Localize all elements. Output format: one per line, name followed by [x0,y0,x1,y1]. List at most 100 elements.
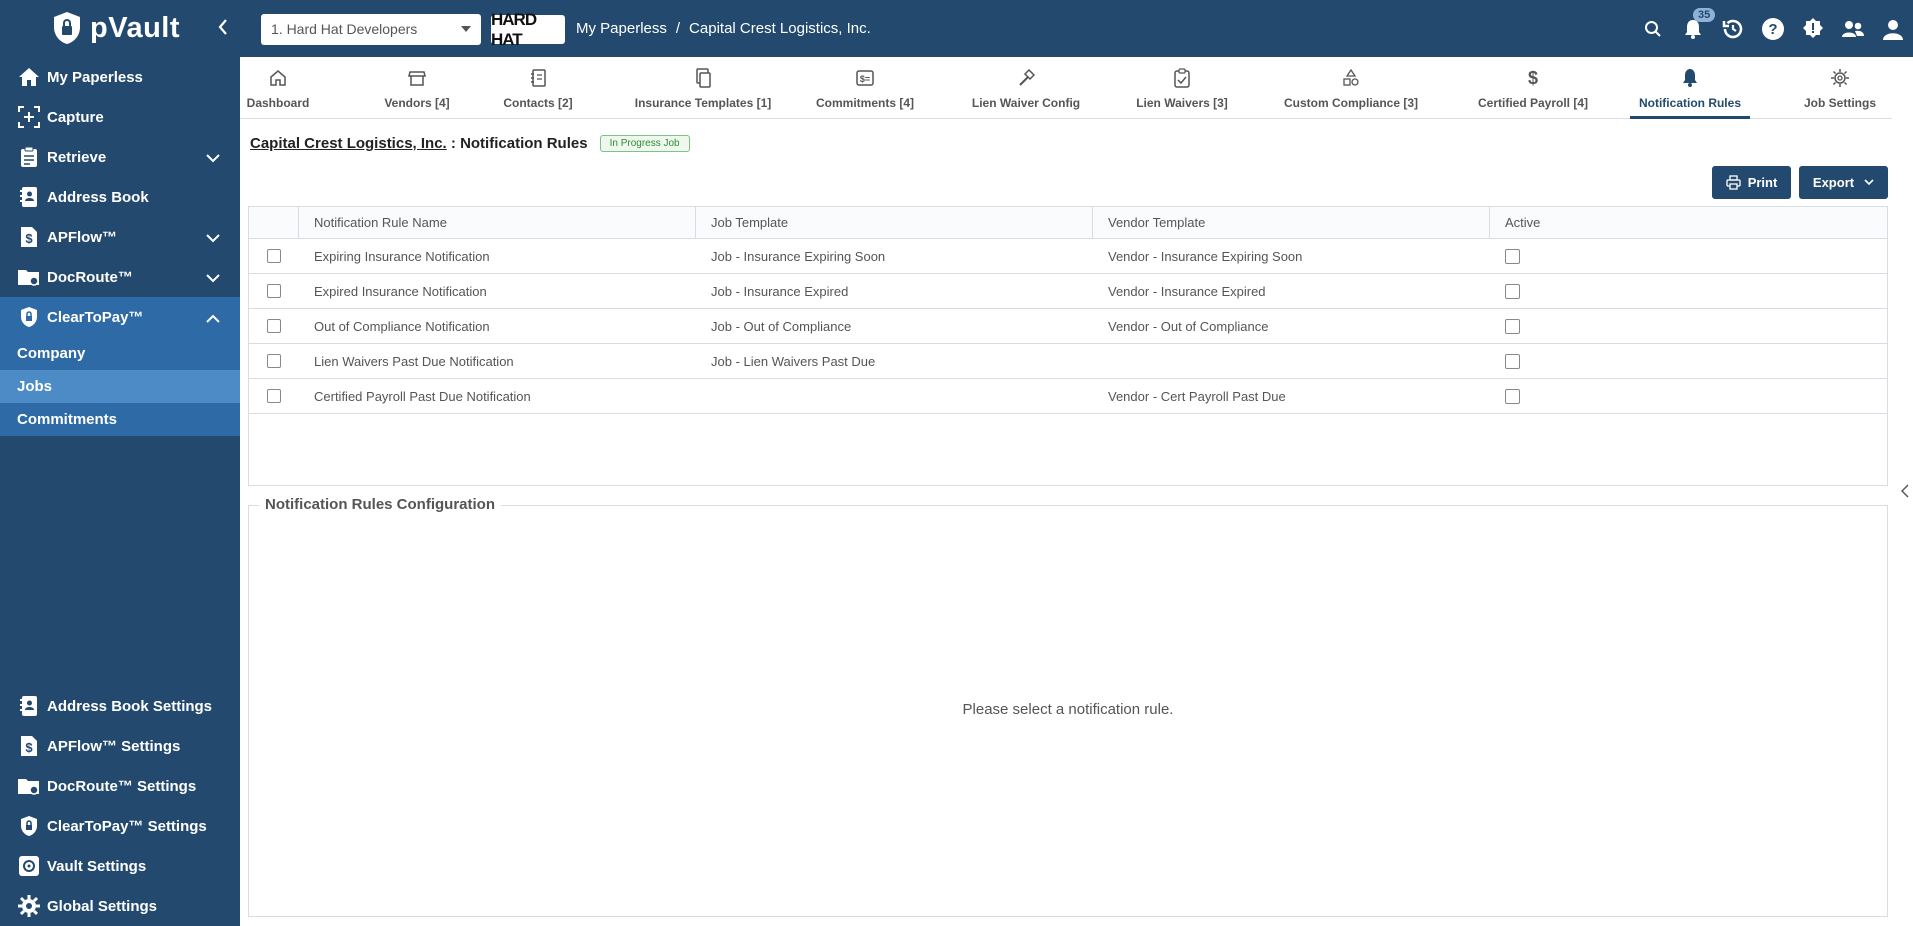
column-header-vendor-template[interactable]: Vendor Template [1093,207,1490,238]
sidebar-item-label: Capture [47,108,104,126]
table-row[interactable]: Expired Insurance Notification Job - Ins… [249,274,1887,309]
collapse-sidebar-button[interactable] [217,16,229,42]
right-panel-toggle[interactable] [1900,484,1909,501]
sidebar-item-cleartopay-settings[interactable]: ClearToPay™ Settings [0,806,240,846]
active-cell [1490,239,1887,273]
vendor-template-cell: Vendor - Insurance Expiring Soon [1108,248,1303,264]
profile-button[interactable] [1873,0,1913,57]
folder-route-icon [17,774,41,798]
help-button[interactable]: ? [1753,0,1793,57]
tab-lien-waiver-config[interactable]: Lien Waiver Config [972,57,1080,119]
chevron-down-icon [206,150,220,167]
tab-vendors[interactable]: Vendors [4] [374,57,460,119]
breadcrumb-separator: / [675,20,681,37]
sidebar-item-label: Vault Settings [47,857,147,875]
row-select-cell [249,309,299,343]
sidebar-item-apflow-settings[interactable]: $ APFlow™ Settings [0,726,240,766]
tab-label: Lien Waivers [3] [1136,96,1228,110]
tab-contacts[interactable]: Contacts [2] [497,57,579,119]
sidebar-item-retrieve[interactable]: Retrieve [0,137,240,177]
sidebar-item-label: My Paperless [47,68,143,86]
tab-certified-payroll[interactable]: $ Certified Payroll [4] [1474,57,1592,119]
home-icon [269,66,287,90]
active-cell [1490,344,1887,378]
sidebar-item-docroute-settings[interactable]: DocRoute™ Settings [0,766,240,806]
address-book-icon [17,694,41,718]
active-checkbox[interactable] [1505,318,1520,334]
history-button[interactable] [1713,0,1753,57]
row-select-cell [249,239,299,273]
app-logo[interactable]: pVault [52,11,180,45]
row-select-checkbox[interactable] [267,249,281,263]
vendor-template-cell: Vendor - Out of Compliance [1108,318,1269,334]
settings-button[interactable] [1793,0,1833,57]
tab-notification-rules[interactable]: Notification Rules [1630,57,1750,119]
sidebar-item-global-settings[interactable]: Global Settings [0,886,240,926]
tab-custom-compliance[interactable]: Custom Compliance [3] [1284,57,1418,119]
table-row[interactable]: Lien Waivers Past Due Notification Job -… [249,344,1887,379]
rule-name-cell: Certified Payroll Past Due Notification [314,388,531,404]
table-row[interactable]: Out of Compliance Notification Job - Out… [249,309,1887,344]
config-panel-title: Notification Rules Configuration [259,496,501,513]
svg-text:?: ? [1768,21,1777,38]
status-badge: In Progress Job [599,135,690,152]
row-select-checkbox[interactable] [267,354,281,368]
company-brand-logo: HARD HAT [491,10,565,49]
vendor-template-cell: Vendor - Insurance Expired [1108,283,1266,299]
tab-label: Vendors [4] [384,96,450,110]
print-button[interactable]: Print [1712,166,1791,199]
sidebar-item-apflow[interactable]: $ APFlow™ [0,217,240,257]
row-select-checkbox[interactable] [267,319,281,333]
tab-label: Dashboard [246,96,310,110]
sidebar-item-label: Global Settings [47,897,158,915]
sidebar-subitem-commitments[interactable]: Commitments [0,403,240,436]
sidebar-subitem-company[interactable]: Company [0,337,240,370]
bell-icon [1681,66,1699,90]
rule-name-cell: Out of Compliance Notification [314,318,490,334]
active-checkbox[interactable] [1505,353,1520,369]
sidebar-item-capture[interactable]: Capture [0,97,240,137]
tab-commitments[interactable]: $= Commitments [4] [814,57,916,119]
capture-icon [17,105,41,129]
row-select-checkbox[interactable] [267,389,281,403]
title-separator: : [446,135,461,152]
active-checkbox[interactable] [1505,388,1520,404]
sidebar: My Paperless Capture Retrieve Address Bo… [0,57,240,926]
tab-label: Certified Payroll [4] [1477,96,1589,110]
column-header-active[interactable]: Active [1490,207,1887,238]
sidebar-subitem-jobs[interactable]: Jobs [0,370,240,403]
row-select-checkbox[interactable] [267,284,281,298]
active-checkbox[interactable] [1505,283,1520,299]
export-button[interactable]: Export [1799,166,1888,199]
tab-lien-waivers[interactable]: Lien Waivers [3] [1136,57,1228,119]
organization-select[interactable]: 1. Hard Hat Developers [261,14,481,45]
notifications-button[interactable]: 35 [1673,0,1716,57]
tab-dashboard[interactable]: Dashboard [246,57,310,119]
sidebar-item-address-book[interactable]: Address Book [0,177,240,217]
sidebar-item-label: Address Book [47,188,149,206]
active-cell [1490,379,1887,413]
chevron-down-icon [1864,179,1874,186]
active-checkbox[interactable] [1505,248,1520,264]
table-row[interactable]: Certified Payroll Past Due Notification … [249,379,1887,414]
table-row[interactable]: Expiring Insurance Notification Job - In… [249,239,1887,274]
top-icons: 35 ? [1633,0,1913,57]
sidebar-item-address-book-settings[interactable]: Address Book Settings [0,686,240,726]
tab-job-settings[interactable]: Job Settings [1798,57,1882,119]
chevron-left-icon [218,19,227,35]
tab-label: Job Settings [1803,96,1876,110]
vault-icon [17,854,41,878]
sidebar-item-vault-settings[interactable]: Vault Settings [0,846,240,886]
logo-text: pVault [90,11,181,44]
users-button[interactable] [1833,0,1873,57]
company-link[interactable]: Capital Crest Logistics, Inc. [250,135,447,152]
users-icon [1842,20,1864,37]
column-header-job-template[interactable]: Job Template [696,207,1093,238]
tab-insurance-templates[interactable]: Insurance Templates [1] [631,57,775,119]
breadcrumb-home[interactable]: My Paperless [576,20,667,37]
sidebar-item-my-paperless[interactable]: My Paperless [0,57,240,97]
column-header-rule-name[interactable]: Notification Rule Name [299,207,696,238]
sidebar-item-docroute[interactable]: DocRoute™ [0,257,240,297]
search-button[interactable] [1633,0,1673,57]
sidebar-item-cleartopay[interactable]: ClearToPay™ [0,297,240,337]
